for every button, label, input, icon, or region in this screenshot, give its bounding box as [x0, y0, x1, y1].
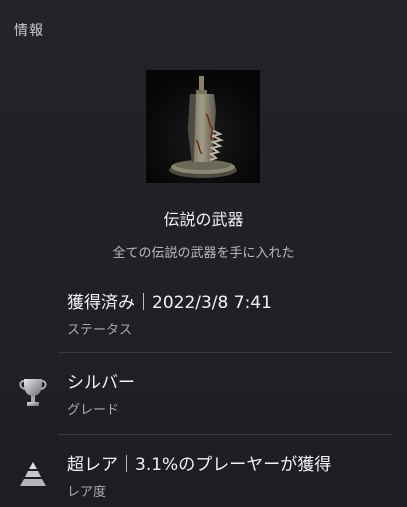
divider: [58, 434, 393, 435]
trophy-image: [146, 70, 260, 183]
status-row: 獲得済み｜2022/3/8 7:41 ステータス: [0, 284, 407, 350]
rarity-value: 超レア｜3.1%のプレーヤーが獲得: [67, 455, 332, 475]
grade-value: シルバー: [67, 373, 135, 393]
grade-label: グレード: [67, 403, 120, 418]
rarity-label: レア度: [67, 485, 107, 500]
trophy-name: 伝説の武器: [163, 210, 244, 229]
rarity-row: 超レア｜3.1%のプレーヤーが獲得 レア度: [0, 448, 407, 507]
status-label: ステータス: [67, 323, 133, 338]
grade-row: シルバー グレード: [0, 366, 407, 432]
panel-title: 情報: [14, 23, 44, 39]
trophy-info-panel: 情報 伝説の武器 全ての伝説の武器を手に入れた 獲得済み｜2022/3/8 7:…: [0, 0, 407, 507]
trophy-description: 全ての伝説の武器を手に入れた: [112, 246, 295, 261]
status-value: 獲得済み｜2022/3/8 7:41: [67, 293, 272, 313]
rarity-pyramid-icon: [18, 460, 48, 494]
divider: [58, 352, 393, 353]
silver-trophy-cup-icon: [18, 376, 48, 410]
ruined-sword-monument-image: [146, 70, 260, 183]
